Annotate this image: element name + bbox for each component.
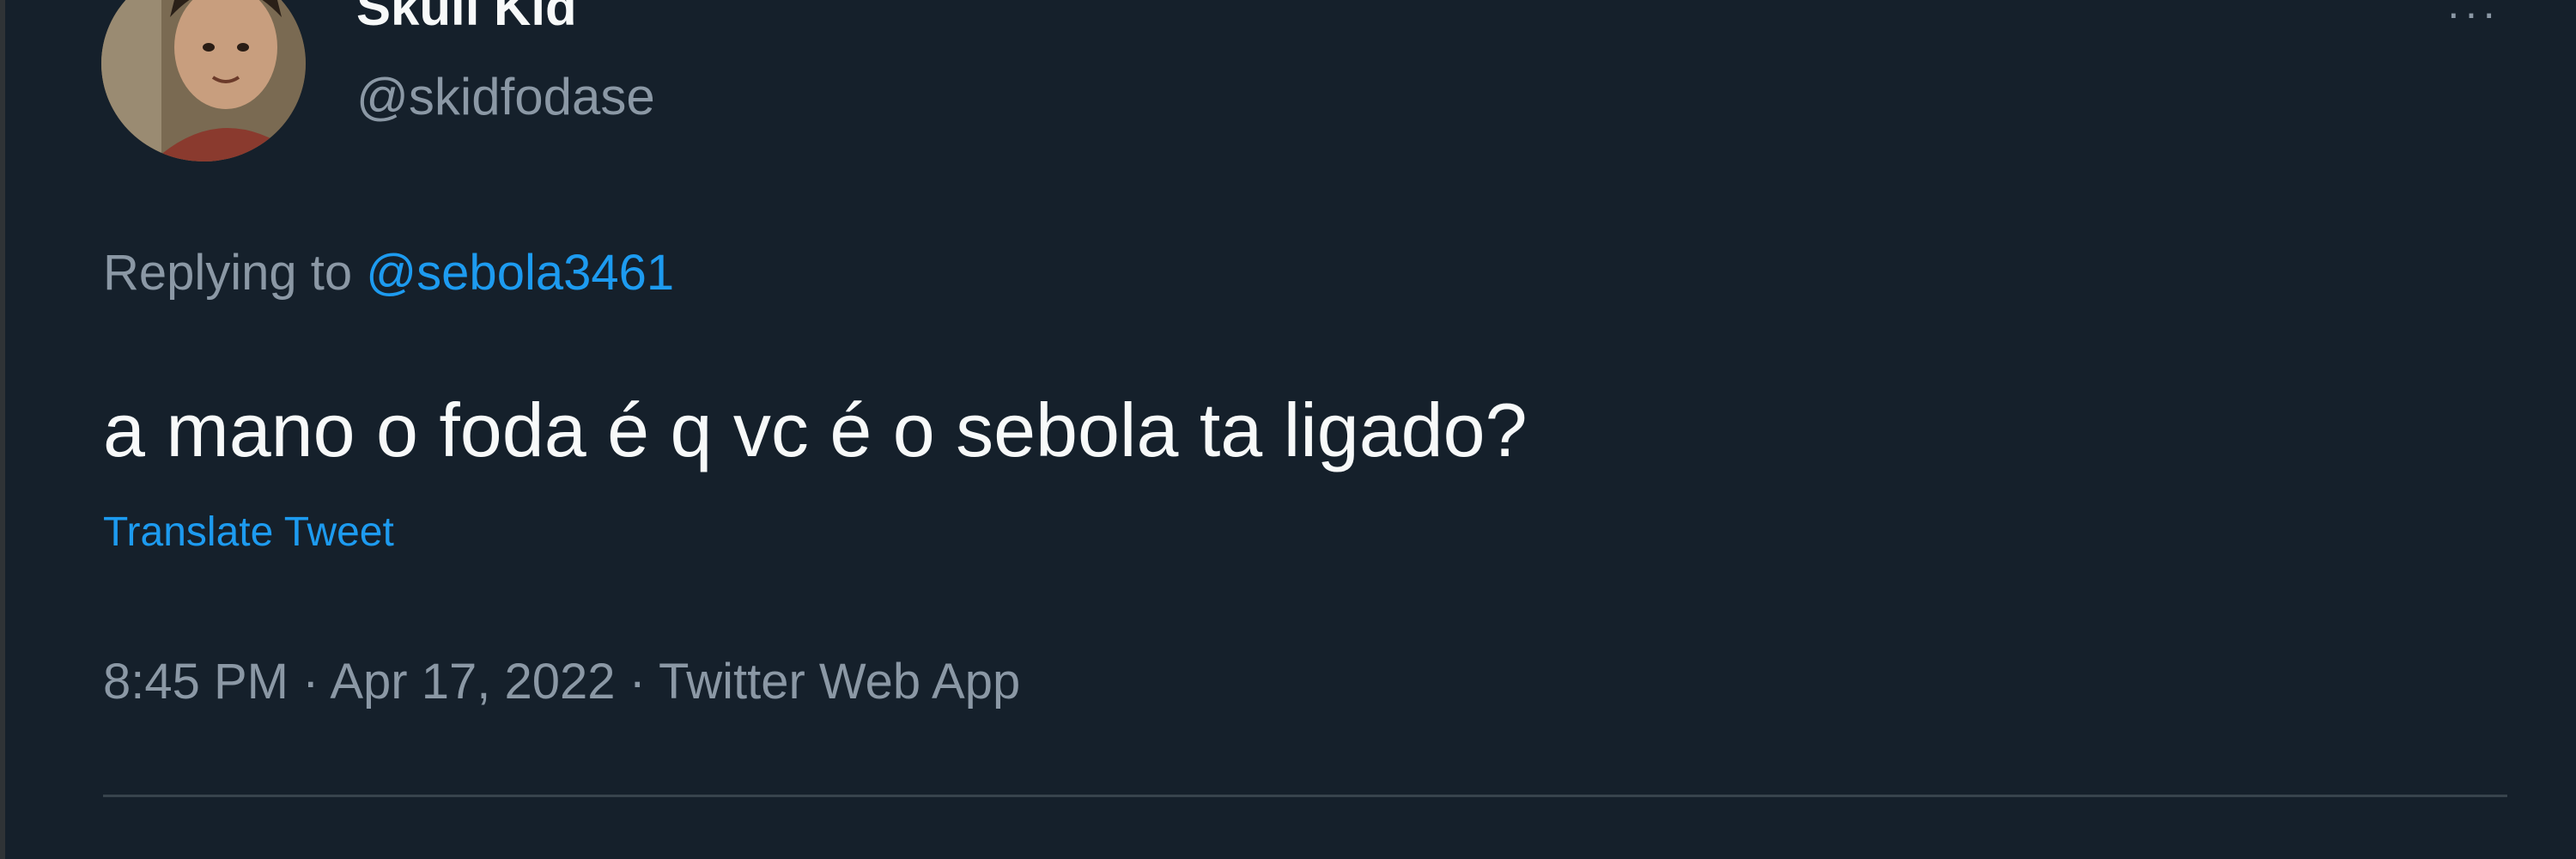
tweet-metadata: 8:45 PM · Apr 17, 2022 · Twitter Web App [103, 653, 1020, 710]
replying-prefix: Replying to [103, 245, 367, 301]
tweet-text: a mano o foda é q vc é o sebola ta ligad… [103, 387, 1528, 472]
tweet-detail: Skull Kid @skidfodase ··· Replying to @s… [0, 0, 2576, 859]
tweet-date[interactable]: Apr 17, 2022 [330, 654, 615, 710]
replying-to-mention[interactable]: @sebola3461 [366, 245, 674, 301]
avatar-photo [101, 0, 306, 161]
divider [103, 795, 2507, 797]
user-handle[interactable]: @skidfodase [356, 67, 655, 126]
timeline-left-border [0, 0, 5, 859]
avatar[interactable] [101, 0, 306, 161]
tweet-time[interactable]: 8:45 PM [103, 654, 289, 710]
more-horizontal-icon[interactable]: ··· [2434, 0, 2512, 37]
tweet-source: Twitter Web App [658, 654, 1021, 710]
meta-separator: · [289, 654, 331, 710]
meta-separator: · [615, 654, 659, 710]
display-name[interactable]: Skull Kid [356, 0, 577, 37]
translate-tweet-link[interactable]: Translate Tweet [103, 509, 394, 556]
replying-to: Replying to @sebola3461 [103, 244, 674, 302]
